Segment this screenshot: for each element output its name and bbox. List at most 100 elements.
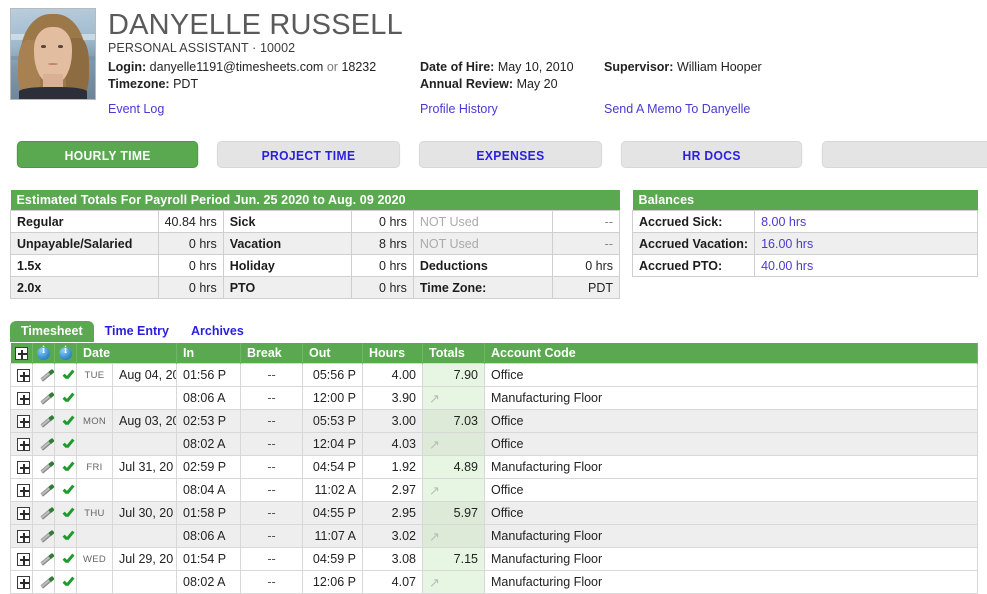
rollup-arrow-icon: ↗: [429, 528, 440, 545]
expand-row-icon[interactable]: [17, 484, 30, 497]
info-header-1[interactable]: [33, 343, 55, 364]
row-edit-button[interactable]: [33, 502, 55, 525]
column-header-in[interactable]: In: [177, 343, 241, 364]
row-expand-button[interactable]: [11, 433, 33, 456]
balance-value[interactable]: 8.00 hrs: [755, 211, 978, 233]
row-approve-button[interactable]: [55, 571, 77, 594]
cell-in: 01:58 P: [177, 502, 241, 525]
row-approve-button[interactable]: [55, 433, 77, 456]
row-expand-button[interactable]: [11, 456, 33, 479]
checkmark-icon[interactable]: [61, 391, 75, 405]
column-header-break[interactable]: Break: [241, 343, 303, 364]
cell-in: 02:53 P: [177, 410, 241, 433]
cell-break: --: [241, 502, 303, 525]
tab-overflow[interactable]: [821, 141, 987, 168]
checkmark-icon[interactable]: [61, 575, 75, 589]
column-header-hours[interactable]: Hours: [363, 343, 423, 364]
totals-value-1: 40.84 hrs: [158, 211, 223, 233]
cell-account-code: Office: [485, 433, 978, 456]
pencil-icon[interactable]: [39, 529, 54, 544]
info-icon[interactable]: [59, 347, 72, 360]
row-approve-button[interactable]: [55, 410, 77, 433]
totals-row: Regular40.84 hrsSick0 hrsNOT Used--: [11, 211, 620, 233]
table-row: 08:06 A--11:07 A3.02↗Manufacturing Floor: [11, 525, 978, 548]
row-expand-button[interactable]: [11, 502, 33, 525]
totals-label-3: Deductions: [413, 255, 552, 277]
row-edit-button[interactable]: [33, 479, 55, 502]
balance-value[interactable]: 16.00 hrs: [755, 233, 978, 255]
checkmark-icon[interactable]: [61, 414, 75, 428]
profile-history-link[interactable]: Profile History: [420, 102, 498, 116]
expand-row-icon[interactable]: [17, 392, 30, 405]
subtab-time-entry[interactable]: Time Entry: [94, 321, 180, 342]
row-approve-button[interactable]: [55, 456, 77, 479]
row-edit-button[interactable]: [33, 433, 55, 456]
table-row: THUJul 30, 2001:58 P--04:55 P2.955.97Off…: [11, 502, 978, 525]
expand-row-icon[interactable]: [17, 369, 30, 382]
row-approve-button[interactable]: [55, 387, 77, 410]
pencil-icon[interactable]: [39, 437, 54, 452]
pencil-icon[interactable]: [39, 483, 54, 498]
row-edit-button[interactable]: [33, 387, 55, 410]
checkmark-icon[interactable]: [61, 506, 75, 520]
event-log-link[interactable]: Event Log: [108, 102, 164, 116]
row-expand-button[interactable]: [11, 525, 33, 548]
expand-row-icon[interactable]: [17, 507, 30, 520]
expand-row-icon[interactable]: [17, 461, 30, 474]
pencil-icon[interactable]: [39, 391, 54, 406]
row-approve-button[interactable]: [55, 364, 77, 387]
row-approve-button[interactable]: [55, 502, 77, 525]
expand-row-icon[interactable]: [17, 415, 30, 428]
expand-row-icon[interactable]: [17, 438, 30, 451]
expand-row-icon[interactable]: [17, 576, 30, 589]
pencil-icon[interactable]: [39, 506, 54, 521]
row-edit-button[interactable]: [33, 525, 55, 548]
info-icon[interactable]: [37, 347, 50, 360]
row-edit-button[interactable]: [33, 571, 55, 594]
row-edit-button[interactable]: [33, 548, 55, 571]
send-memo-link[interactable]: Send A Memo To Danyelle: [604, 102, 750, 116]
pencil-icon[interactable]: [39, 575, 54, 590]
checkmark-icon[interactable]: [61, 552, 75, 566]
row-approve-button[interactable]: [55, 525, 77, 548]
expand-row-icon[interactable]: [17, 530, 30, 543]
expand-all-header[interactable]: [11, 343, 33, 364]
checkmark-icon[interactable]: [61, 437, 75, 451]
column-header-date[interactable]: Date: [77, 343, 177, 364]
pencil-icon[interactable]: [39, 552, 54, 567]
tab-project-time[interactable]: PROJECT TIME: [217, 141, 400, 168]
pencil-icon[interactable]: [39, 368, 54, 383]
column-header-account-code[interactable]: Account Code: [485, 343, 978, 364]
expand-all-icon[interactable]: [15, 347, 28, 360]
column-header-out[interactable]: Out: [303, 343, 363, 364]
row-expand-button[interactable]: [11, 410, 33, 433]
row-expand-button[interactable]: [11, 479, 33, 502]
cell-date: [113, 433, 177, 456]
checkmark-icon[interactable]: [61, 368, 75, 382]
balance-value[interactable]: 40.00 hrs: [755, 255, 978, 277]
row-approve-button[interactable]: [55, 548, 77, 571]
column-header-totals[interactable]: Totals: [423, 343, 485, 364]
row-expand-button[interactable]: [11, 387, 33, 410]
info-header-2[interactable]: [55, 343, 77, 364]
subtab-archives[interactable]: Archives: [180, 321, 255, 342]
annual-review-row: Annual Review: May 20: [420, 76, 600, 93]
pencil-icon[interactable]: [39, 460, 54, 475]
row-expand-button[interactable]: [11, 571, 33, 594]
subtab-timesheet[interactable]: Timesheet: [10, 321, 94, 342]
pencil-icon[interactable]: [39, 414, 54, 429]
expand-row-icon[interactable]: [17, 553, 30, 566]
row-expand-button[interactable]: [11, 548, 33, 571]
tab-hourly-time[interactable]: HOURLY TIME: [17, 141, 199, 168]
table-row: MONAug 03, 2002:53 P--05:53 P3.007.03Off…: [11, 410, 978, 433]
row-edit-button[interactable]: [33, 456, 55, 479]
checkmark-icon[interactable]: [61, 460, 75, 474]
checkmark-icon[interactable]: [61, 529, 75, 543]
row-approve-button[interactable]: [55, 479, 77, 502]
row-edit-button[interactable]: [33, 410, 55, 433]
tab-hr-docs[interactable]: HR DOCS: [621, 141, 803, 168]
row-expand-button[interactable]: [11, 364, 33, 387]
checkmark-icon[interactable]: [61, 483, 75, 497]
tab-expenses[interactable]: EXPENSES: [419, 141, 602, 168]
row-edit-button[interactable]: [33, 364, 55, 387]
